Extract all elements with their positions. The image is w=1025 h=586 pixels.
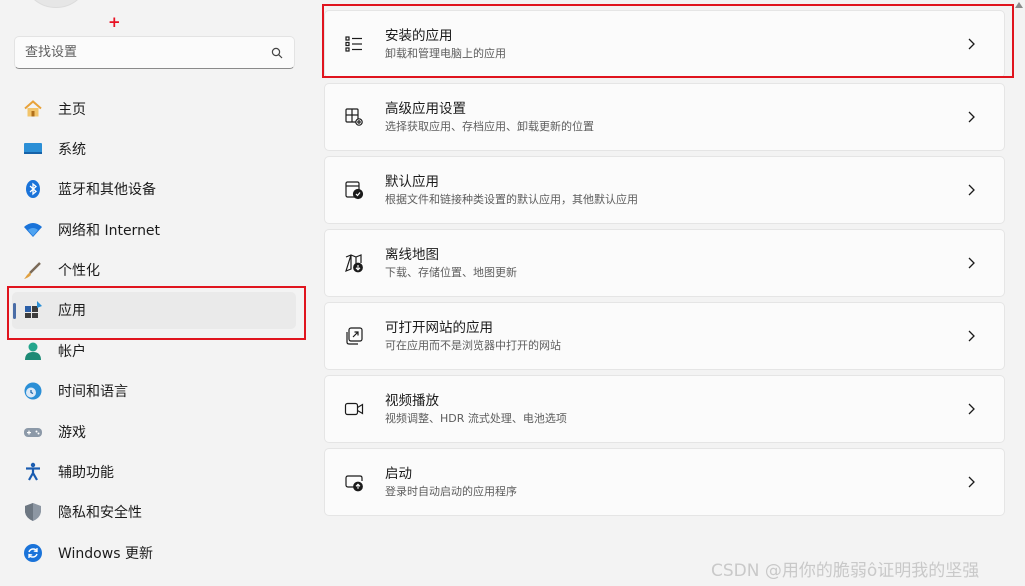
- card-video-playback[interactable]: 视频播放 视频调整、HDR 流式处理、电池选项: [324, 375, 1005, 443]
- account-icon: [22, 340, 44, 362]
- sidebar-item-label: 蓝牙和其他设备: [58, 182, 156, 199]
- card-title: 默认应用: [385, 174, 439, 190]
- sidebar-item-accounts[interactable]: 帐户: [12, 332, 296, 369]
- chevron-right-icon: [964, 329, 978, 343]
- sidebar-item-privacy[interactable]: 隐私和安全性: [12, 494, 296, 531]
- search-input[interactable]: [25, 45, 270, 60]
- chevron-right-icon: [964, 110, 978, 124]
- card-installed-apps[interactable]: 安装的应用 卸载和管理电脑上的应用: [324, 10, 1005, 78]
- open-in-app-icon: [343, 325, 365, 347]
- card-subtitle: 登录时自动启动的应用程序: [385, 485, 517, 498]
- system-icon: [22, 138, 44, 160]
- sidebar-item-label: 隐私和安全性: [58, 505, 142, 522]
- search-box[interactable]: [14, 36, 295, 69]
- sidebar-item-windows-update[interactable]: Windows 更新: [12, 534, 296, 571]
- chevron-right-icon: [964, 256, 978, 270]
- accessibility-icon: [22, 461, 44, 483]
- card-title: 可打开网站的应用: [385, 320, 493, 336]
- chevron-right-icon: [964, 402, 978, 416]
- card-subtitle: 下载、存储位置、地图更新: [385, 266, 517, 279]
- sidebar-item-personalization[interactable]: 个性化: [12, 252, 296, 289]
- advanced-settings-icon: [343, 106, 365, 128]
- bluetooth-icon: [22, 178, 44, 200]
- sidebar: + 主页 系统 蓝牙和其他设备: [0, 0, 310, 586]
- card-startup[interactable]: 启动 登录时自动启动的应用程序: [324, 448, 1005, 516]
- gamepad-icon: [22, 421, 44, 443]
- brush-icon: [22, 259, 44, 281]
- chevron-right-icon: [964, 183, 978, 197]
- card-apps-for-websites[interactable]: 可打开网站的应用 可在应用而不是浏览器中打开的网站: [324, 302, 1005, 370]
- card-advanced-app-settings[interactable]: 高级应用设置 选择获取应用、存档应用、卸载更新的位置: [324, 83, 1005, 151]
- card-title: 视频播放: [385, 393, 439, 409]
- startup-icon: [343, 471, 365, 493]
- sidebar-item-system[interactable]: 系统: [12, 130, 296, 167]
- shield-icon: [22, 501, 44, 523]
- sidebar-item-label: 系统: [58, 141, 86, 158]
- sidebar-item-gaming[interactable]: 游戏: [12, 413, 296, 450]
- card-subtitle: 卸载和管理电脑上的应用: [385, 47, 506, 60]
- video-icon: [343, 398, 365, 420]
- sidebar-item-label: 帐户: [58, 343, 86, 360]
- chevron-right-icon: [964, 475, 978, 489]
- plus-annotation: +: [108, 13, 121, 31]
- sidebar-item-label: 主页: [58, 101, 86, 118]
- offline-map-icon: [343, 252, 365, 274]
- card-title: 高级应用设置: [385, 101, 466, 117]
- sidebar-item-label: 网络和 Internet: [58, 222, 161, 239]
- sidebar-item-time-language[interactable]: 时间和语言: [12, 373, 296, 410]
- sidebar-item-accessibility[interactable]: 辅助功能: [12, 454, 296, 491]
- sidebar-item-label: 游戏: [58, 424, 86, 441]
- default-apps-icon: [343, 179, 365, 201]
- sidebar-item-home[interactable]: 主页: [12, 90, 296, 127]
- watermark: CSDN @用你的脆弱ô证明我的坚强: [711, 561, 980, 581]
- card-title: 安装的应用: [385, 28, 453, 44]
- nav-list: 主页 系统 蓝牙和其他设备 网络和 Internet 个性化 应用 帐户 时间和…: [12, 90, 296, 575]
- card-offline-maps[interactable]: 离线地图 下载、存储位置、地图更新: [324, 229, 1005, 297]
- wifi-icon: [22, 219, 44, 241]
- search-icon[interactable]: [270, 46, 284, 60]
- card-subtitle: 可在应用而不是浏览器中打开的网站: [385, 339, 561, 352]
- sidebar-item-label: 辅助功能: [58, 465, 114, 482]
- time-language-icon: [22, 380, 44, 402]
- avatar[interactable]: [22, 0, 90, 8]
- sidebar-item-label: 时间和语言: [58, 384, 128, 401]
- card-subtitle: 视频调整、HDR 流式处理、电池选项: [385, 412, 567, 425]
- card-subtitle: 选择获取应用、存档应用、卸载更新的位置: [385, 120, 594, 133]
- update-icon: [22, 542, 44, 564]
- sidebar-item-label: 个性化: [58, 263, 100, 280]
- card-default-apps[interactable]: 默认应用 根据文件和链接种类设置的默认应用，其他默认应用: [324, 156, 1005, 224]
- chevron-right-icon: [964, 37, 978, 51]
- sidebar-item-bluetooth[interactable]: 蓝牙和其他设备: [12, 171, 296, 208]
- card-title: 离线地图: [385, 247, 439, 263]
- apps-icon: [22, 299, 44, 321]
- sidebar-item-network[interactable]: 网络和 Internet: [12, 211, 296, 248]
- list-icon: [343, 33, 365, 55]
- card-subtitle: 根据文件和链接种类设置的默认应用，其他默认应用: [385, 193, 638, 206]
- home-icon: [22, 98, 44, 120]
- scroll-up-arrow[interactable]: [1015, 2, 1023, 8]
- sidebar-item-label: Windows 更新: [58, 545, 153, 562]
- sidebar-item-apps[interactable]: 应用: [12, 291, 296, 329]
- card-title: 启动: [385, 466, 412, 482]
- sidebar-item-label: 应用: [58, 303, 86, 320]
